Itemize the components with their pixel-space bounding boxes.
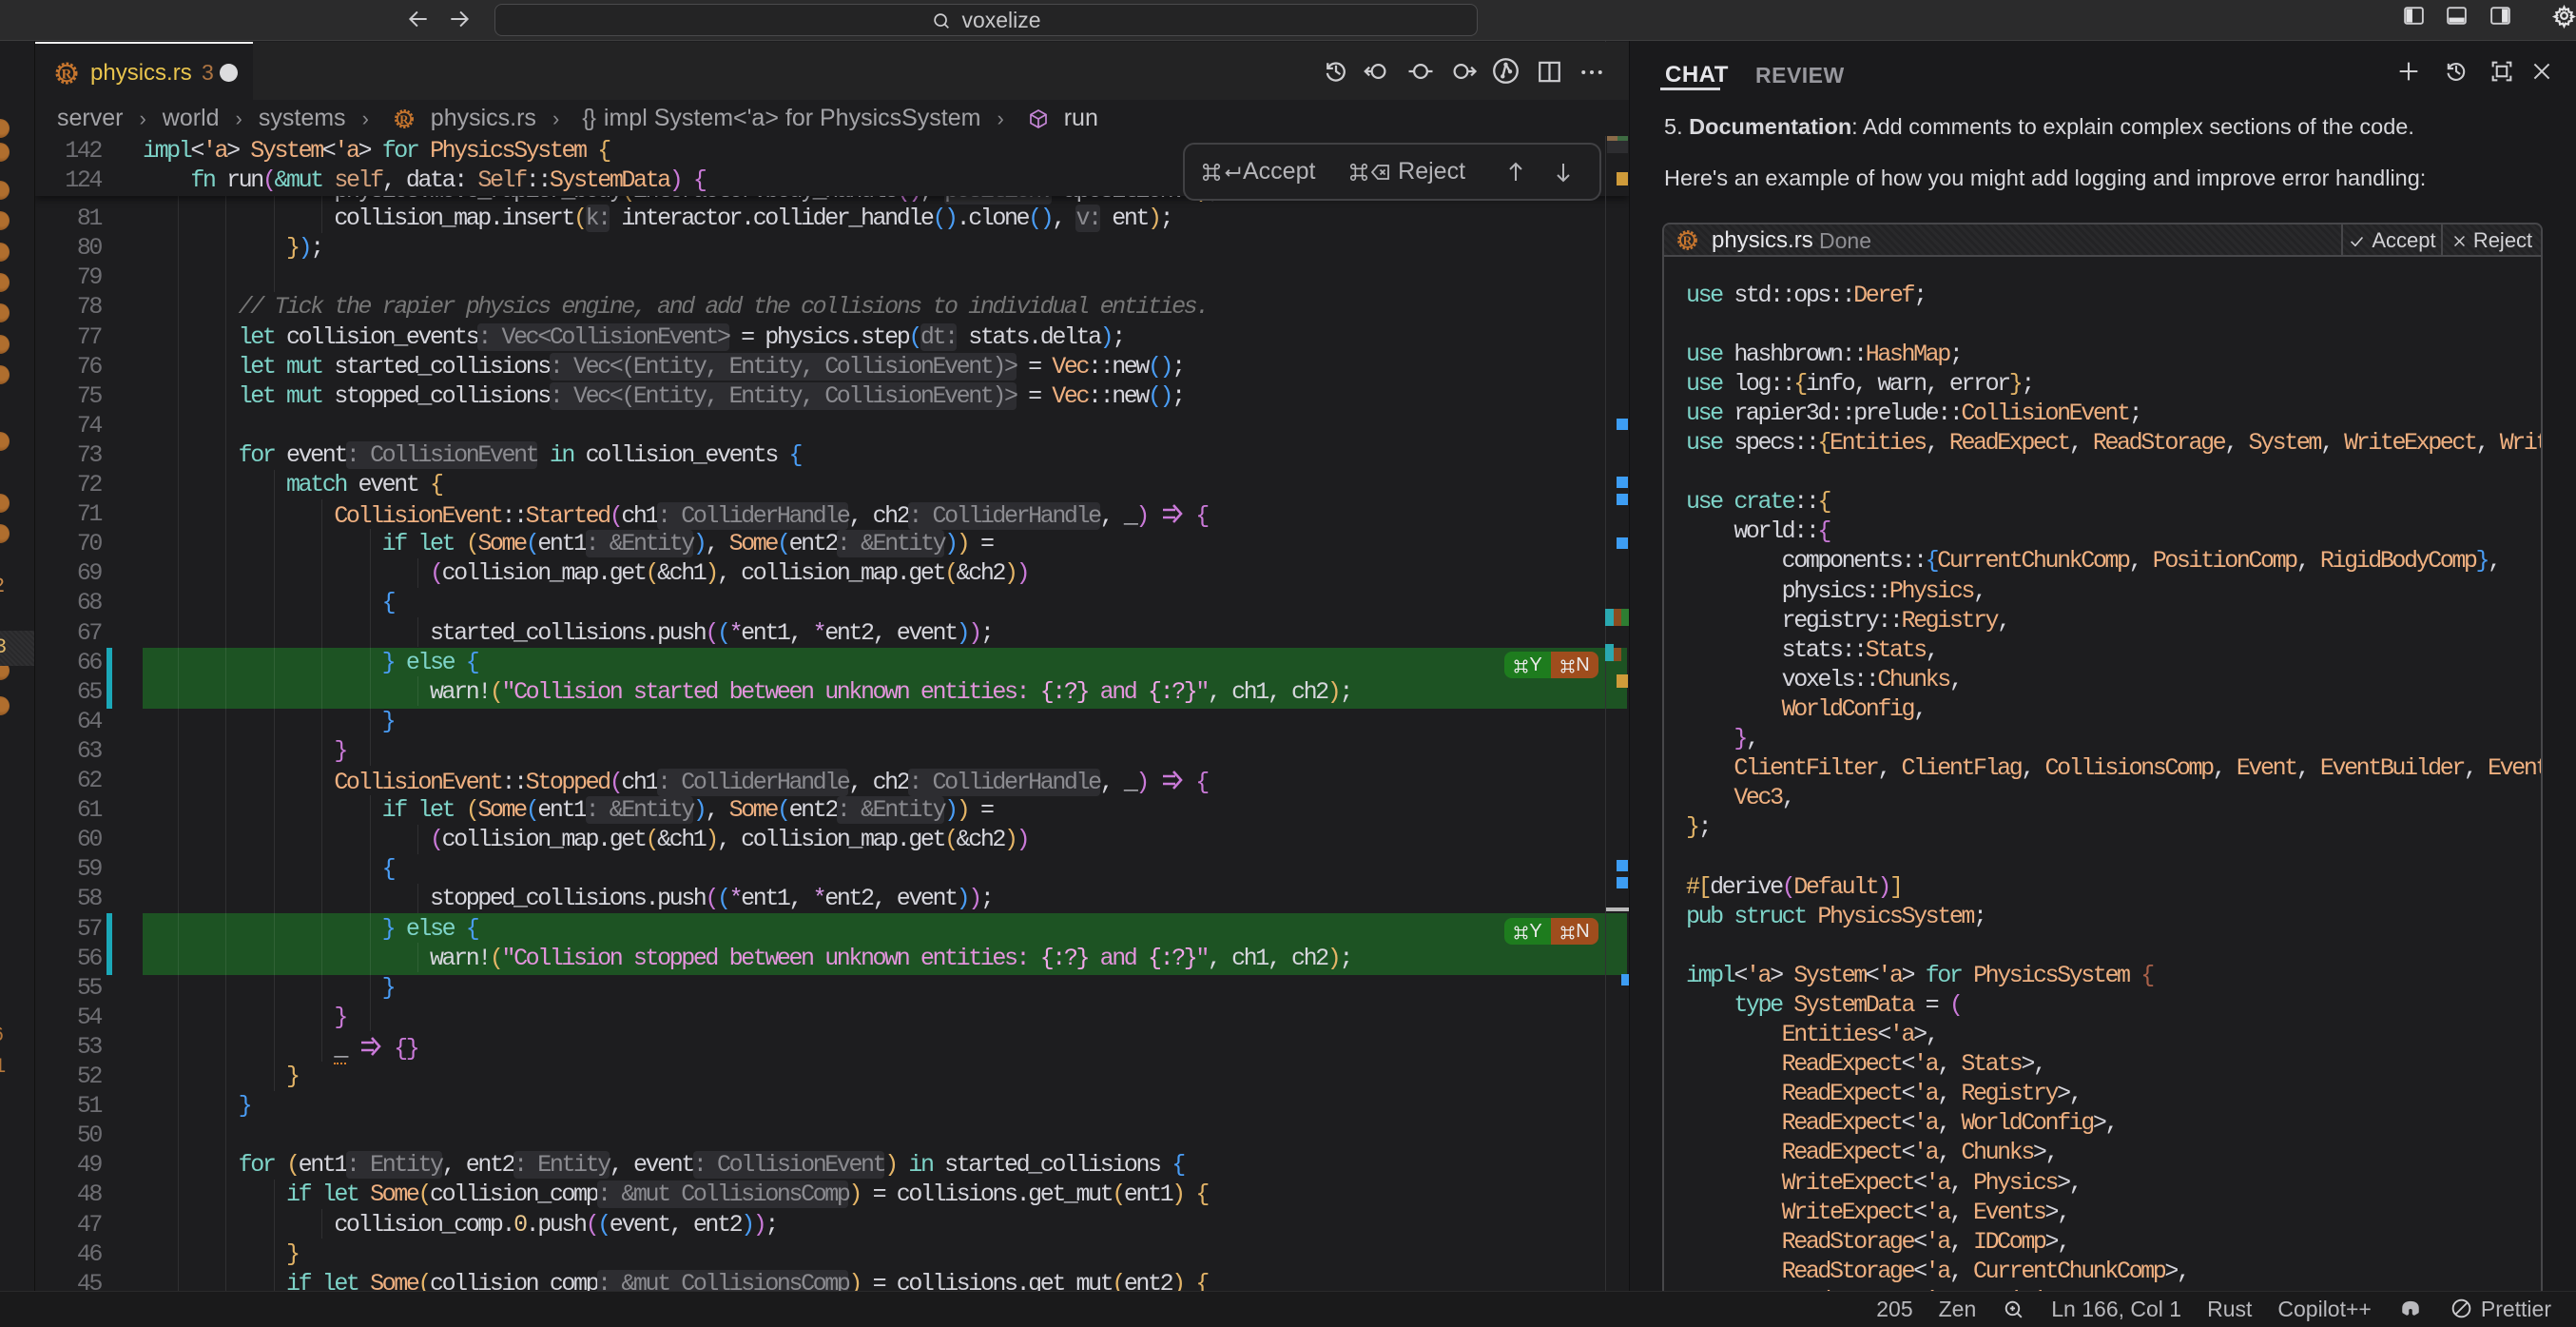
svg-text:R: R [62,68,72,83]
svg-text:R: R [399,112,409,127]
svg-text:R: R [1683,233,1693,247]
